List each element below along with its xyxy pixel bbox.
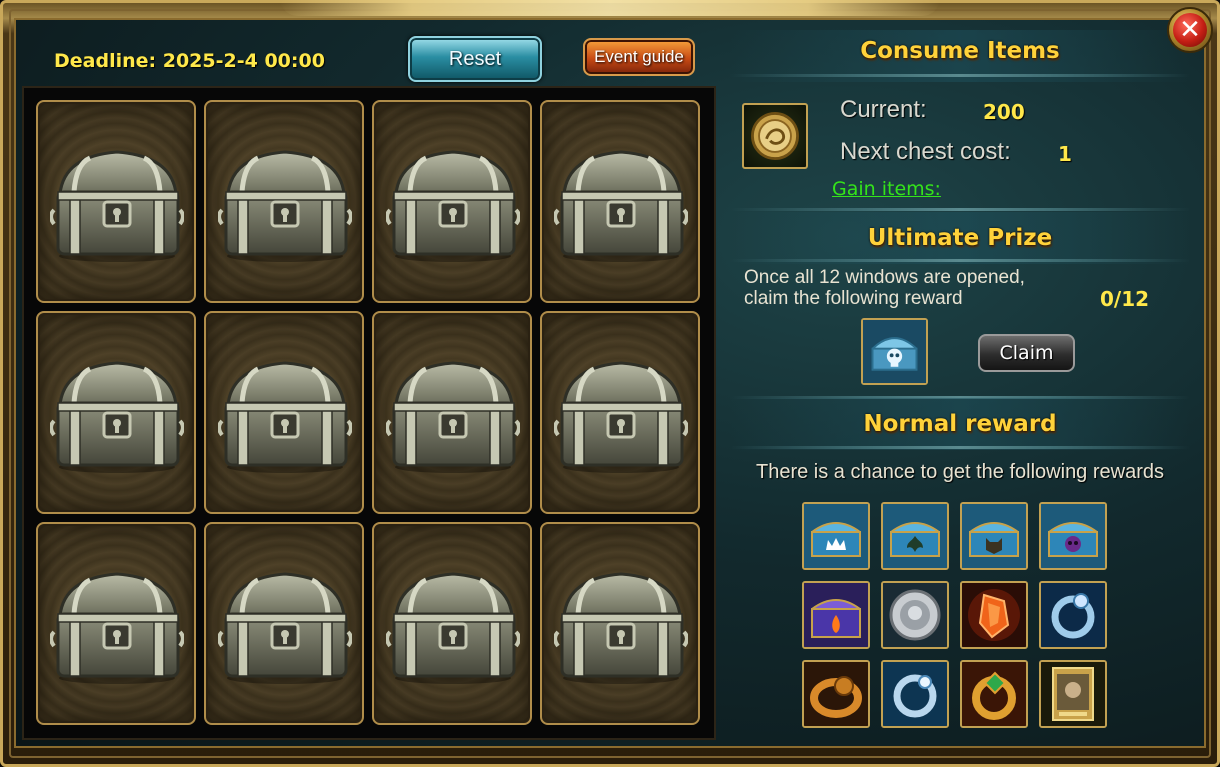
treasure-chest-icon	[50, 572, 184, 684]
blue-ring-icon[interactable]	[1039, 581, 1107, 649]
fleur-chest-icon[interactable]	[881, 502, 949, 570]
deadline-text: Deadline: 2025-2-4 00:00	[54, 50, 325, 72]
treasure-chest-icon	[554, 361, 688, 473]
medal-token-icon	[742, 103, 808, 169]
gain-items-link[interactable]: Gain items:	[832, 178, 941, 200]
treasure-chest-icon	[218, 150, 352, 262]
prize-text-line: claim the following reward	[744, 288, 963, 309]
section-divider	[730, 446, 1190, 449]
treasure-chest-icon	[218, 572, 352, 684]
silver-coin-icon[interactable]	[881, 581, 949, 649]
normal-reward-grid	[802, 502, 1112, 728]
next-chest-cost-value: 1	[1058, 142, 1072, 166]
close-icon: ✕	[1173, 13, 1207, 47]
section-divider	[730, 74, 1190, 77]
chest-window[interactable]	[36, 311, 196, 514]
chest-window[interactable]	[204, 100, 364, 303]
reward-chance-text: There is a chance to get the following r…	[756, 461, 1164, 483]
windows-opened-progress: 0/12	[1100, 287, 1150, 311]
chest-window[interactable]	[540, 100, 700, 303]
treasure-chest-icon	[386, 361, 520, 473]
treasure-chest-icon	[386, 572, 520, 684]
treasure-chest-icon	[554, 572, 688, 684]
chest-window[interactable]	[372, 522, 532, 725]
frost-ring-icon[interactable]	[881, 660, 949, 728]
treasure-chest-icon	[50, 361, 184, 473]
purple-chest-icon[interactable]	[802, 581, 870, 649]
chest-window[interactable]	[204, 311, 364, 514]
close-button[interactable]: ✕	[1167, 7, 1213, 53]
wolf-chest-icon[interactable]	[960, 502, 1028, 570]
prize-text-line: Once all 12 windows are opened,	[744, 267, 1025, 288]
reset-button[interactable]: Reset	[408, 36, 542, 82]
card-pack-icon[interactable]	[1039, 660, 1107, 728]
claim-button[interactable]: Claim	[978, 334, 1075, 372]
chest-window[interactable]	[540, 311, 700, 514]
consume-items-title: Consume Items	[860, 38, 1060, 64]
normal-reward-title: Normal reward	[863, 411, 1057, 437]
treasure-chest-icon	[218, 361, 352, 473]
event-guide-button[interactable]: Event guide	[583, 38, 695, 76]
chest-window[interactable]	[540, 522, 700, 725]
chest-grid	[22, 86, 716, 740]
skull-chest-prize-icon	[861, 318, 928, 385]
chest-window[interactable]	[372, 100, 532, 303]
section-divider	[730, 259, 1190, 262]
treasure-chest-icon	[554, 150, 688, 262]
chest-window[interactable]	[204, 522, 364, 725]
orange-gem-icon[interactable]	[960, 581, 1028, 649]
current-label: Current:	[840, 96, 927, 123]
chest-window[interactable]	[36, 100, 196, 303]
section-divider	[730, 208, 1190, 211]
chest-window[interactable]	[36, 522, 196, 725]
treasure-chest-icon	[50, 150, 184, 262]
treasure-chest-icon	[386, 150, 520, 262]
ultimate-prize-title: Ultimate Prize	[867, 225, 1053, 251]
ultimate-prize-description: Once all 12 windows are opened, claim th…	[744, 267, 1074, 309]
gold-ring-icon[interactable]	[802, 660, 870, 728]
chest-window[interactable]	[372, 311, 532, 514]
ruby-ring-icon[interactable]	[960, 660, 1028, 728]
skull-chest-icon[interactable]	[1039, 502, 1107, 570]
crown-chest-icon[interactable]	[802, 502, 870, 570]
next-chest-cost-label: Next chest cost:	[840, 138, 1011, 165]
current-value: 200	[983, 100, 1025, 124]
frame-ornament	[280, 0, 940, 16]
